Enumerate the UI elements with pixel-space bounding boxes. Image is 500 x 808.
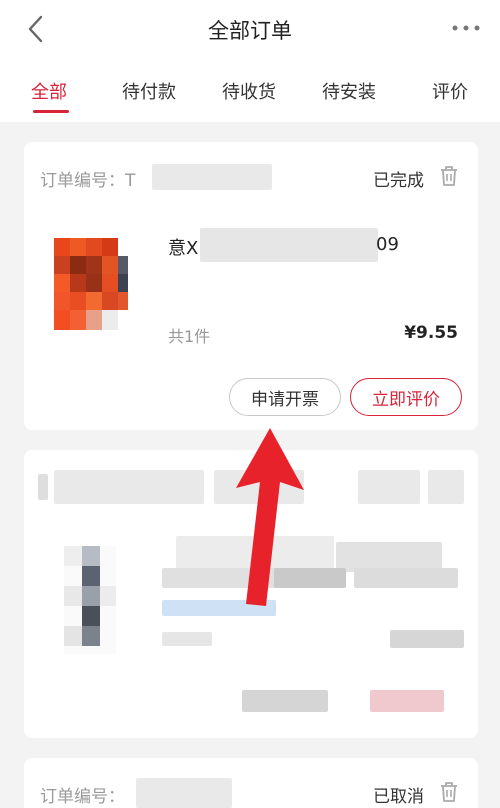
tab-all[interactable]: 全部 xyxy=(31,78,67,104)
tab-pending-receipt[interactable]: 待收货 xyxy=(222,78,276,104)
annotation-arrow-icon xyxy=(236,428,304,606)
tab-pending-install[interactable]: 待安装 xyxy=(322,78,376,104)
redacted-block xyxy=(428,470,464,504)
order-tabs: 全部 待付款 待收货 待安装 评价 xyxy=(0,58,500,122)
redacted-block xyxy=(370,690,444,712)
product-title[interactable]: 意Ⅹ xyxy=(168,234,198,260)
tab-active-indicator xyxy=(33,110,69,113)
redacted-block xyxy=(354,568,458,588)
product-title-tail[interactable]: 09 xyxy=(376,234,399,255)
order-number-label: 订单编号：T xyxy=(40,171,136,191)
redacted-block xyxy=(54,470,204,504)
redacted-block xyxy=(38,474,48,500)
tab-pending-payment[interactable]: 待付款 xyxy=(122,78,176,104)
order-number-redacted xyxy=(136,778,232,808)
order-status: 已完成 xyxy=(373,171,424,191)
item-quantity: 共1件 xyxy=(168,327,211,346)
redacted-block xyxy=(242,690,328,712)
order-card-cancelled[interactable]: 订单编号： 已取消 xyxy=(24,758,478,808)
redacted-block xyxy=(162,632,212,646)
more-dots-icon[interactable] xyxy=(450,20,482,36)
order-status: 已取消 xyxy=(373,787,424,807)
page-title: 全部订单 xyxy=(208,19,292,43)
review-now-button[interactable]: 立即评价 xyxy=(350,378,462,416)
product-thumbnail[interactable] xyxy=(64,546,116,654)
tab-review[interactable]: 评价 xyxy=(432,78,468,104)
product-title-redacted xyxy=(200,228,378,262)
request-invoice-button[interactable]: 申请开票 xyxy=(229,378,341,416)
order-number-label: 订单编号： xyxy=(40,787,125,807)
trash-icon[interactable] xyxy=(438,164,460,188)
order-number-redacted xyxy=(152,164,272,190)
redacted-block xyxy=(358,470,420,504)
product-thumbnail[interactable] xyxy=(50,234,132,340)
redacted-block xyxy=(390,630,464,648)
order-price: ¥9.55 xyxy=(404,323,458,343)
top-bar: 全部订单 xyxy=(0,0,500,58)
trash-icon[interactable] xyxy=(438,780,460,804)
order-card-completed[interactable]: 订单编号：T 已完成 意Ⅹ 09 共1件 ¥9.55 申请开票 立即评价 xyxy=(24,142,478,430)
